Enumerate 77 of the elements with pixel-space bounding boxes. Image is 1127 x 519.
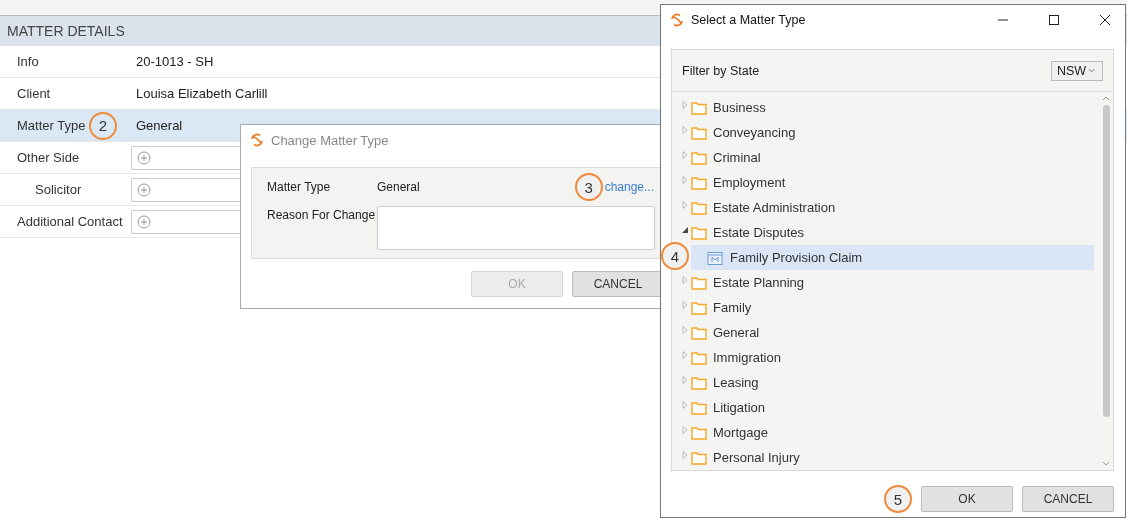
expand-icon[interactable] (682, 425, 688, 434)
expand-icon[interactable] (682, 175, 688, 184)
change-link[interactable]: change... (604, 180, 654, 194)
tree-item[interactable]: Estate Administration (672, 195, 1094, 220)
tree-item[interactable]: Conveyancing (672, 120, 1094, 145)
scroll-up-icon[interactable] (1102, 96, 1110, 101)
cancel-button[interactable]: CANCEL (1022, 486, 1114, 512)
collapse-icon[interactable] (682, 225, 688, 234)
panel-title: MATTER DETAILS (7, 23, 125, 39)
folder-icon (691, 375, 707, 390)
expand-icon[interactable] (682, 325, 688, 334)
tree-item[interactable]: Criminal (672, 145, 1094, 170)
tree-item[interactable]: General (672, 320, 1094, 345)
tree-item[interactable]: Mortgage (672, 420, 1094, 445)
dialog-title: Select a Matter Type (691, 13, 806, 27)
field-label: Matter Type (17, 118, 86, 133)
folder-icon (691, 200, 707, 215)
tree-item[interactable]: Leasing (672, 370, 1094, 395)
ok-button[interactable]: OK (921, 486, 1013, 512)
field-label: Client (17, 86, 51, 101)
expand-icon[interactable] (682, 200, 688, 209)
state-dropdown[interactable]: NSW (1051, 60, 1103, 81)
step-badge: 3 (574, 173, 603, 201)
folder-icon (691, 100, 707, 115)
filter-label: Filter by State (682, 63, 760, 78)
reason-field[interactable] (377, 206, 655, 250)
folder-icon (691, 150, 707, 165)
tree-item[interactable]: Family (672, 295, 1094, 320)
tree-item[interactable]: Immigration (672, 345, 1094, 370)
folder-icon (691, 425, 707, 440)
tree-item[interactable]: Litigation (672, 395, 1094, 420)
field-value: Louisa Elizabeth Carlill (136, 86, 268, 101)
field-value: General (377, 180, 421, 194)
expand-icon[interactable] (682, 100, 688, 109)
folder-icon (691, 450, 707, 465)
document-icon (707, 250, 723, 265)
expand-icon[interactable] (682, 125, 688, 134)
maximize-icon[interactable] (1048, 14, 1060, 26)
step-badge: 4 (661, 242, 689, 270)
expand-icon[interactable] (682, 350, 688, 359)
expand-icon[interactable] (682, 450, 688, 459)
field-label: Matter Type (267, 180, 332, 194)
folder-icon (691, 400, 707, 415)
close-icon[interactable] (1099, 14, 1111, 26)
expand-icon[interactable] (682, 400, 688, 409)
expand-icon[interactable] (682, 375, 688, 384)
folder-icon (691, 175, 707, 190)
field-value: General (136, 118, 183, 133)
folder-icon (691, 325, 707, 340)
dialog-title: Change Matter Type (271, 132, 389, 148)
field-label: Other Side (17, 150, 80, 165)
folder-icon (691, 225, 707, 240)
tree-item[interactable]: Employment (672, 170, 1094, 195)
folder-icon (691, 275, 707, 290)
field-label: Reason For Change (267, 207, 377, 222)
logo-icon (669, 12, 685, 28)
tree-item[interactable]: Estate Planning (672, 270, 1094, 295)
add-icon[interactable] (137, 150, 151, 165)
step-badge: 2 (89, 111, 117, 140)
folder-icon (691, 125, 707, 140)
field-label: Info (17, 54, 39, 69)
tree-item[interactable]: Estate Disputes (672, 220, 1094, 245)
add-icon[interactable] (137, 214, 151, 229)
expand-icon[interactable] (682, 150, 688, 159)
tree-item[interactable]: Personal Injury (672, 445, 1094, 470)
folder-icon (691, 300, 707, 315)
chevron-icon (1088, 68, 1095, 73)
field-value: 20-1013 - SH (136, 54, 214, 69)
scroll-down-icon[interactable] (1102, 461, 1110, 466)
expand-icon[interactable] (682, 275, 688, 284)
step-badge: 5 (884, 485, 912, 513)
add-icon[interactable] (137, 182, 151, 197)
expand-icon[interactable] (682, 300, 688, 309)
folder-icon (691, 350, 707, 365)
logo-icon (249, 132, 265, 148)
field-label: Additional Contact (17, 214, 123, 229)
field-label: Solicitor (35, 182, 82, 197)
